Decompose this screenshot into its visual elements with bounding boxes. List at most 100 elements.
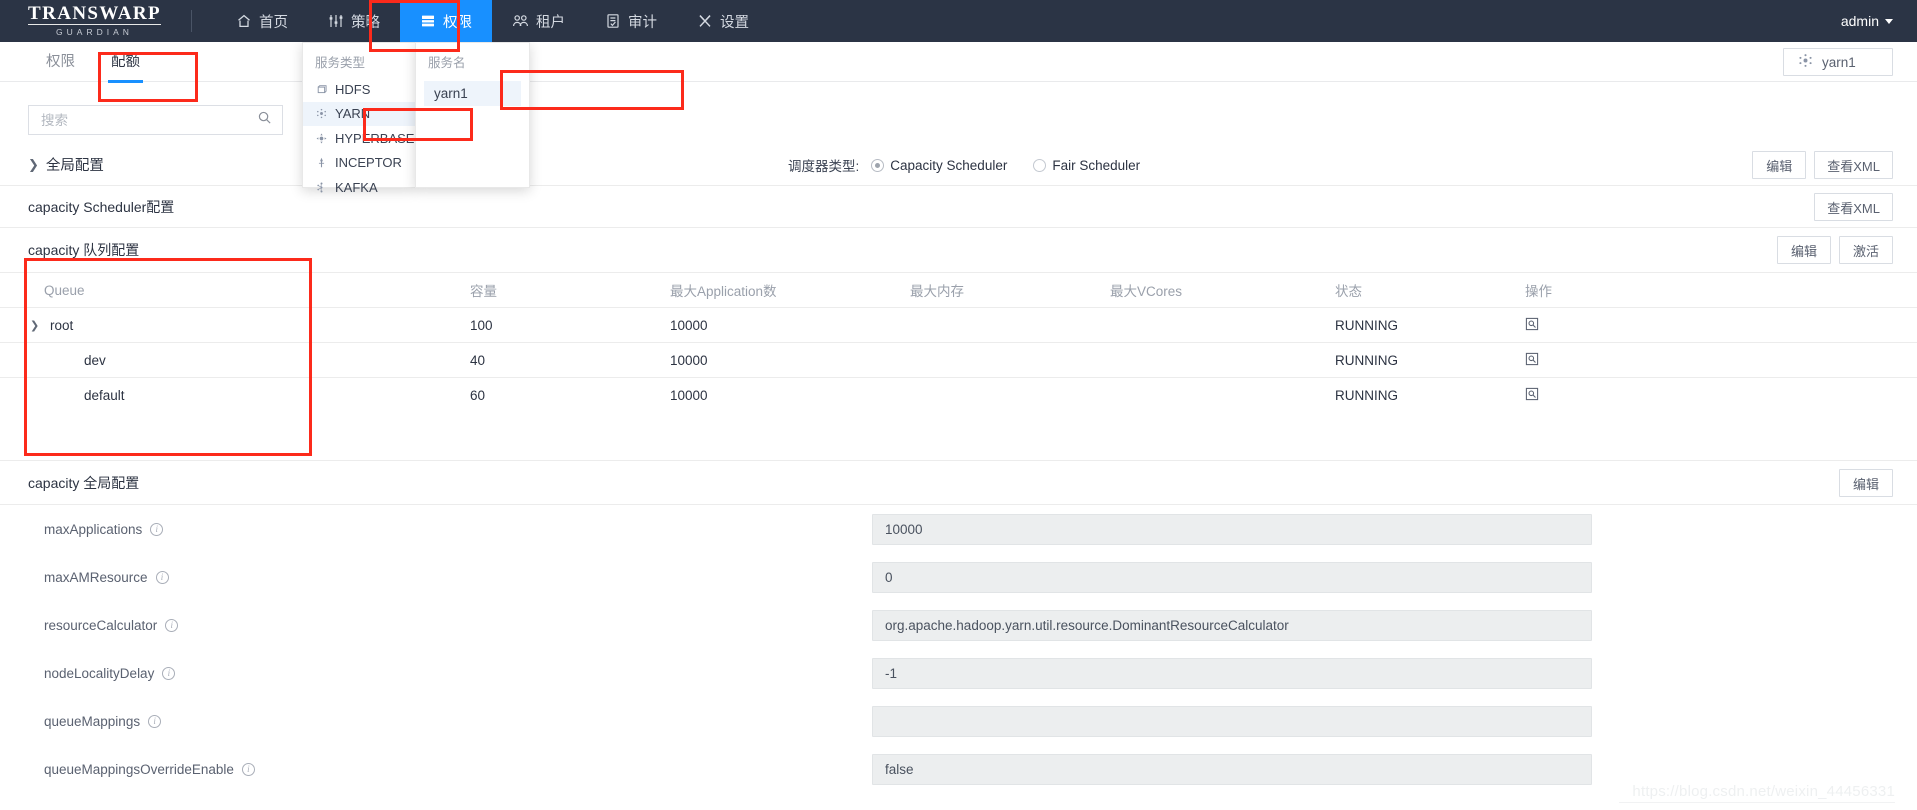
scheduler-view-xml-button[interactable]: 查看XML xyxy=(1814,193,1893,221)
capacity-value: 60 xyxy=(470,387,486,403)
form-row-queuemappings: queueMappings i xyxy=(0,697,1917,745)
form-row-resourcecalculator: resourceCalculator i org.apache.hadoop.y… xyxy=(0,601,1917,649)
queue-config-header: capacity 队列配置 编辑 激活 xyxy=(0,228,1917,272)
service-type-header: 服务类型 xyxy=(315,56,366,70)
tab-quota[interactable]: 配额 xyxy=(93,42,158,83)
capacity-scheduler-section: capacity Scheduler配置 查看XML xyxy=(0,186,1917,228)
max-applications-value: 10000 xyxy=(670,317,708,333)
scheduler-type-group: 调度器类型: Capacity Scheduler Fair Scheduler xyxy=(788,144,1140,186)
status-value: RUNNING xyxy=(1335,387,1398,403)
view-detail-icon[interactable] xyxy=(1525,352,1539,366)
form-row-nodelocalitydelay: nodeLocalityDelay i -1 xyxy=(0,649,1917,697)
service-name-header: 服务名 xyxy=(428,56,466,70)
tab-permissions[interactable]: 权限 xyxy=(28,42,93,82)
sub-header: 权限 配额 yarn1 xyxy=(0,42,1917,83)
col-action: 操作 xyxy=(1525,284,1552,299)
col-status: 状态 xyxy=(1335,284,1362,299)
service-type-item-yarn[interactable]: YARN xyxy=(303,101,415,126)
radio-fair-scheduler[interactable]: Fair Scheduler xyxy=(1033,158,1140,173)
global-edit-button[interactable]: 编辑 xyxy=(1752,151,1807,179)
nav-item-permissions[interactable]: 权限 xyxy=(399,0,492,42)
row-action-cell[interactable] xyxy=(1525,352,1705,369)
field-value[interactable]: 10000 xyxy=(872,513,1592,545)
field-value[interactable]: 0 xyxy=(872,561,1592,593)
yarn-icon xyxy=(315,108,327,120)
service-chip[interactable]: yarn1 xyxy=(1783,48,1893,76)
inceptor-icon xyxy=(315,157,327,169)
nav-item-audit[interactable]: 审计 xyxy=(585,0,677,42)
field-label-text: queueMappingsOverrideEnable xyxy=(44,761,234,777)
brand-name: TRANSWARP xyxy=(28,3,161,25)
queue-activate-button[interactable]: 激活 xyxy=(1839,236,1893,264)
service-name-dropdown: 服务名 yarn1 xyxy=(415,42,530,188)
service-type-item-hyperbase[interactable]: HYPERBASE xyxy=(303,126,415,151)
max-applications-value: 10000 xyxy=(670,352,708,368)
field-label: queueMappings i xyxy=(0,714,872,729)
field-value[interactable]: -1 xyxy=(872,657,1592,689)
chevron-down-icon[interactable]: ❯ xyxy=(30,319,42,332)
nav-item-audit-label: 审计 xyxy=(627,14,657,31)
col-max-applications: 最大Application数 xyxy=(670,284,777,299)
global-config-toggle[interactable]: ❯ 全局配置 xyxy=(28,154,104,175)
service-name-item-yarn1[interactable]: yarn1 xyxy=(424,81,521,106)
view-detail-icon[interactable] xyxy=(1525,387,1539,401)
info-icon[interactable]: i xyxy=(165,618,179,632)
capacity-global-form: maxApplications i 10000 maxAMResource i … xyxy=(0,504,1917,793)
search-icon[interactable] xyxy=(257,110,272,130)
nav-item-settings[interactable]: 设置 xyxy=(677,0,769,42)
queue-edit-button[interactable]: 编辑 xyxy=(1777,236,1831,264)
info-icon[interactable]: i xyxy=(148,714,162,728)
info-icon[interactable]: i xyxy=(241,762,255,776)
service-type-item-hdfs[interactable]: HDFS xyxy=(303,77,415,102)
service-type-item-inceptor[interactable]: INCEPTOR xyxy=(303,151,415,176)
brand-logo: TRANSWARP GUARDIAN xyxy=(28,3,161,37)
service-type-label: HYPERBASE xyxy=(335,130,415,146)
field-value[interactable]: false xyxy=(872,753,1592,785)
user-menu-label: admin xyxy=(1840,13,1879,29)
capacity-global-edit-button[interactable]: 编辑 xyxy=(1839,469,1893,497)
table-row[interactable]: default 60 10000 RUNNING xyxy=(0,377,1917,412)
radio-fair-scheduler-label: Fair Scheduler xyxy=(1052,157,1141,173)
field-label: maxAMResource i xyxy=(0,570,872,585)
radio-capacity-scheduler-dot xyxy=(871,158,885,172)
info-icon[interactable]: i xyxy=(150,522,164,536)
queue-cell-dev[interactable]: dev xyxy=(0,353,470,368)
row-action-cell[interactable] xyxy=(1525,387,1705,404)
chevron-down-icon xyxy=(1885,18,1893,24)
hdfs-icon xyxy=(315,83,327,95)
gear-icon xyxy=(697,13,713,29)
search-input[interactable] xyxy=(39,111,257,129)
service-type-dropdown: 服务类型 HDFS YARN HYPERBASE INCEPTOR KAFKA xyxy=(302,42,415,195)
view-detail-icon[interactable] xyxy=(1525,317,1539,331)
queue-cell-root[interactable]: ❯ root xyxy=(0,318,470,333)
watermark: https://blog.csdn.net/weixin_44456331 xyxy=(1632,783,1895,800)
row-action-cell[interactable] xyxy=(1525,317,1705,334)
queue-name: root xyxy=(50,317,74,333)
global-view-xml-button[interactable]: 查看XML xyxy=(1814,151,1893,179)
service-type-item-kafka[interactable]: KAFKA xyxy=(303,175,415,200)
nav-item-permissions-label: 权限 xyxy=(442,14,472,31)
search-box[interactable] xyxy=(28,105,283,135)
field-value[interactable]: org.apache.hadoop.yarn.util.resource.Dom… xyxy=(872,609,1592,641)
radio-capacity-scheduler[interactable]: Capacity Scheduler xyxy=(871,158,1007,173)
field-value[interactable] xyxy=(872,705,1592,737)
nav-item-policy[interactable]: 策略 xyxy=(308,0,400,42)
nav-item-tenant[interactable]: 租户 xyxy=(492,0,585,42)
queue-cell-default[interactable]: default xyxy=(0,388,470,403)
user-menu[interactable]: admin xyxy=(1841,13,1893,29)
info-icon[interactable]: i xyxy=(162,666,176,680)
table-row[interactable]: ❯ root 100 10000 RUNNING xyxy=(0,307,1917,342)
field-label-text: resourceCalculator xyxy=(44,617,158,633)
queue-name: dev xyxy=(84,352,106,368)
form-row-maxamresource: maxAMResource i 0 xyxy=(0,553,1917,601)
field-label: queueMappingsOverrideEnable i xyxy=(0,762,872,777)
service-type-label: HDFS xyxy=(335,81,371,97)
capacity-global-actions: 编辑 xyxy=(1839,469,1893,497)
radio-fair-scheduler-dot xyxy=(1033,158,1047,172)
table-row[interactable]: dev 40 10000 RUNNING xyxy=(0,342,1917,377)
field-label: maxApplications i xyxy=(0,522,872,537)
capacity-scheduler-actions: 查看XML xyxy=(1814,193,1893,221)
info-icon[interactable]: i xyxy=(155,570,169,584)
nav-item-home[interactable]: 首页 xyxy=(216,0,308,42)
col-max-vcores: 最大VCores xyxy=(1110,284,1183,299)
